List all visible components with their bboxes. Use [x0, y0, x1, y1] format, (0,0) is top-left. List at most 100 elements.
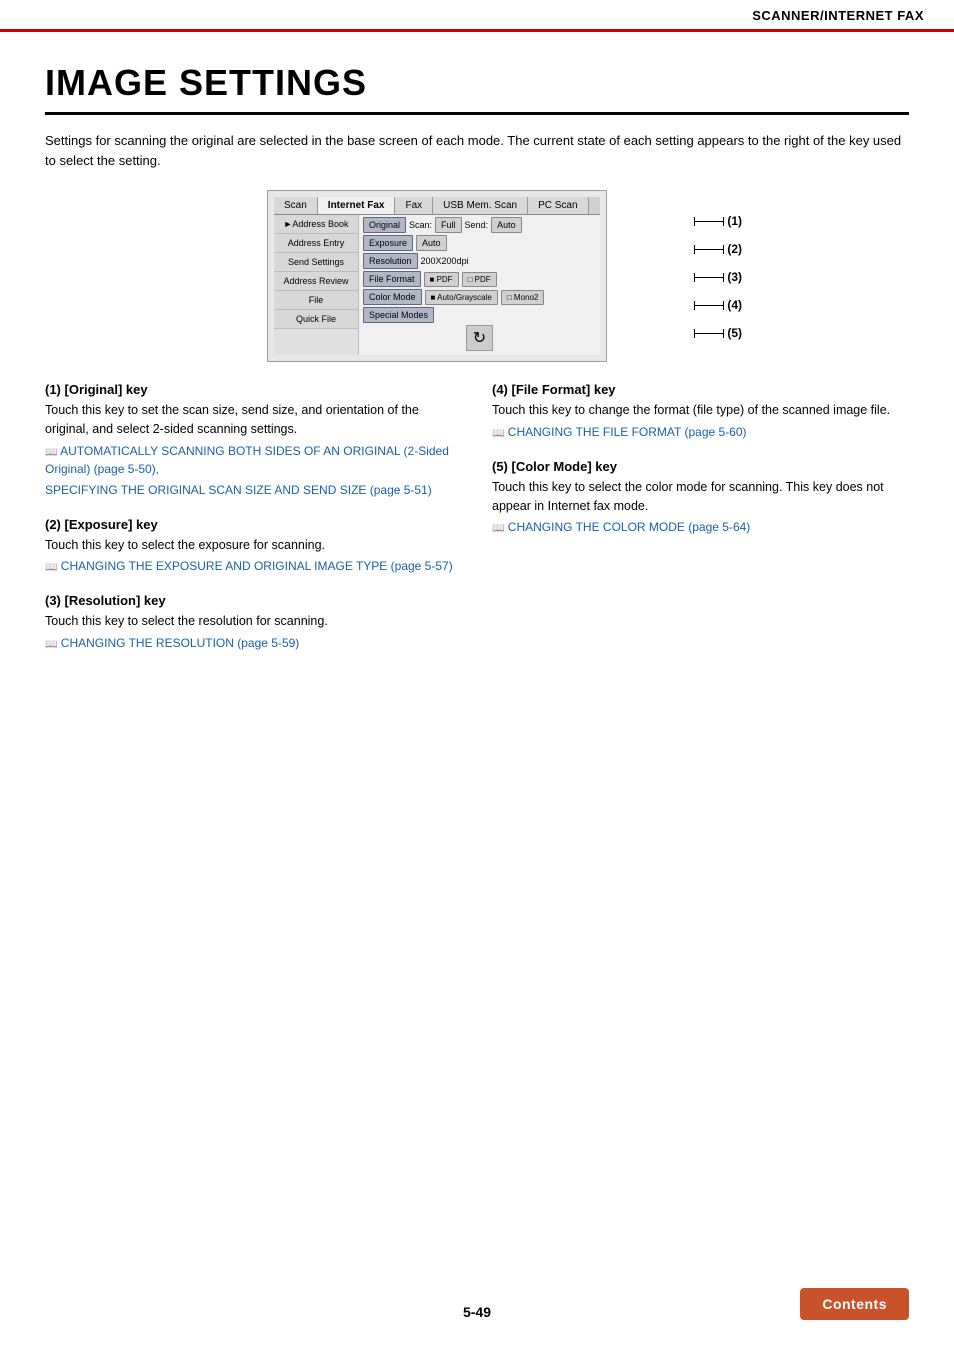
callout-line-4: [694, 305, 724, 306]
desc-text-1: Touch this key to set the scan size, sen…: [45, 403, 419, 436]
nav-address-review[interactable]: Address Review: [274, 272, 358, 291]
callout-2: (2): [694, 242, 742, 256]
desc-text-3: Touch this key to select the resolution …: [45, 614, 328, 628]
callout-line-2: [694, 249, 724, 250]
btn-auto-exposure[interactable]: Auto: [416, 235, 447, 251]
desc-link-5[interactable]: 📖 CHANGING THE COLOR MODE (page 5-64): [492, 518, 909, 536]
callout-1: (1): [694, 214, 742, 228]
tab-internet-fax[interactable]: Internet Fax: [318, 197, 396, 214]
desc-link-1a[interactable]: 📖 AUTOMATICALLY SCANNING BOTH SIDES OF A…: [45, 442, 462, 478]
tab-usb-mem-scan[interactable]: USB Mem. Scan: [433, 197, 528, 214]
nav-send-settings[interactable]: Send Settings: [274, 253, 358, 272]
intro-text: Settings for scanning the original are s…: [45, 131, 909, 170]
label-resolution-value: 200X200dpi: [421, 256, 469, 266]
label-send: Send:: [465, 220, 489, 230]
desc-col-left: (1) [Original] key Touch this key to set…: [45, 382, 462, 670]
desc-header-3: (3) [Resolution] key: [45, 593, 462, 608]
desc-item-3: (3) [Resolution] key Touch this key to s…: [45, 593, 462, 652]
book-icon-4: 📖: [492, 428, 504, 439]
callout-line-5: [694, 333, 724, 334]
book-icon-2: 📖: [45, 562, 57, 573]
callout-3: (3): [694, 270, 742, 284]
screen-row-original: Original Scan: Full Send: Auto: [363, 217, 596, 233]
screen-row-exposure: Exposure Auto: [363, 235, 596, 251]
btn-original[interactable]: Original: [363, 217, 406, 233]
tab-fax[interactable]: Fax: [395, 197, 433, 214]
btn-auto-grayscale[interactable]: ■ Auto/Grayscale: [425, 290, 498, 305]
callout-label-2: (2): [727, 242, 742, 256]
desc-link-2[interactable]: 📖 CHANGING THE EXPOSURE AND ORIGINAL IMA…: [45, 557, 462, 575]
callout-label-1: (1): [727, 214, 742, 228]
screen-mockup: Scan Internet Fax Fax USB Mem. Scan PC S…: [267, 190, 607, 362]
btn-pdf1[interactable]: ■ PDF: [424, 272, 459, 287]
screen-row-refresh: ↻: [363, 325, 596, 351]
btn-auto-send[interactable]: Auto: [491, 217, 522, 233]
btn-full[interactable]: Full: [435, 217, 462, 233]
btn-special-modes[interactable]: Special Modes: [363, 307, 434, 323]
book-icon-1a: 📖: [45, 447, 57, 458]
header-bar: SCANNER/INTERNET FAX: [0, 0, 954, 32]
nav-file[interactable]: File: [274, 291, 358, 310]
screen-mockup-wrapper: Scan Internet Fax Fax USB Mem. Scan PC S…: [267, 190, 687, 362]
tab-pc-scan[interactable]: PC Scan: [528, 197, 588, 214]
desc-text-5: Touch this key to select the color mode …: [492, 480, 884, 513]
main-content: IMAGE SETTINGS Settings for scanning the…: [0, 32, 954, 700]
callout-label-4: (4): [727, 298, 742, 312]
desc-link-4[interactable]: 📖 CHANGING THE FILE FORMAT (page 5-60): [492, 423, 909, 441]
mockup-section: Scan Internet Fax Fax USB Mem. Scan PC S…: [45, 190, 909, 362]
screen-row-special-modes: Special Modes: [363, 307, 596, 323]
desc-link-1b[interactable]: SPECIFYING THE ORIGINAL SCAN SIZE AND SE…: [45, 481, 462, 499]
desc-text-4: Touch this key to change the format (fil…: [492, 403, 890, 417]
desc-body-5: Touch this key to select the color mode …: [492, 478, 909, 537]
descriptions-section: (1) [Original] key Touch this key to set…: [45, 382, 909, 670]
desc-text-2: Touch this key to select the exposure fo…: [45, 538, 325, 552]
screen-body: ►Address Book Address Entry Send Setting…: [274, 215, 600, 355]
refresh-icon[interactable]: ↻: [466, 325, 493, 351]
desc-body-4: Touch this key to change the format (fil…: [492, 401, 909, 441]
tab-scan[interactable]: Scan: [274, 197, 318, 214]
nav-quick-file[interactable]: Quick File: [274, 310, 358, 329]
callout-line-3: [694, 277, 724, 278]
book-icon-5: 📖: [492, 523, 504, 534]
book-icon-3: 📖: [45, 639, 57, 650]
btn-color-mode[interactable]: Color Mode: [363, 289, 422, 305]
label-scan: Scan:: [409, 220, 432, 230]
callout-label-3: (3): [727, 270, 742, 284]
desc-item-1: (1) [Original] key Touch this key to set…: [45, 382, 462, 499]
callout-group: (1) (2) (3): [694, 214, 742, 354]
contents-button[interactable]: Contents: [800, 1288, 909, 1320]
screen-row-resolution: Resolution 200X200dpi: [363, 253, 596, 269]
page-number: 5-49: [463, 1304, 491, 1320]
desc-header-2: (2) [Exposure] key: [45, 517, 462, 532]
page-title: IMAGE SETTINGS: [45, 62, 909, 115]
desc-body-2: Touch this key to select the exposure fo…: [45, 536, 462, 576]
desc-item-2: (2) [Exposure] key Touch this key to sel…: [45, 517, 462, 576]
btn-pdf2[interactable]: □ PDF: [462, 272, 497, 287]
desc-header-1: (1) [Original] key: [45, 382, 462, 397]
desc-body-3: Touch this key to select the resolution …: [45, 612, 462, 652]
callout-5: (5): [694, 326, 742, 340]
callout-line-1: [694, 221, 724, 222]
nav-address-book[interactable]: ►Address Book: [274, 215, 358, 234]
screen-tabs: Scan Internet Fax Fax USB Mem. Scan PC S…: [274, 197, 600, 215]
btn-resolution[interactable]: Resolution: [363, 253, 418, 269]
desc-body-1: Touch this key to set the scan size, sen…: [45, 401, 462, 499]
desc-header-4: (4) [File Format] key: [492, 382, 909, 397]
screen-left-nav: ►Address Book Address Entry Send Setting…: [274, 215, 359, 355]
desc-item-5: (5) [Color Mode] key Touch this key to s…: [492, 459, 909, 537]
callout-label-5: (5): [727, 326, 742, 340]
nav-address-entry[interactable]: Address Entry: [274, 234, 358, 253]
screen-row-color-mode: Color Mode ■ Auto/Grayscale □ Mono2: [363, 289, 596, 305]
btn-exposure[interactable]: Exposure: [363, 235, 413, 251]
desc-col-right: (4) [File Format] key Touch this key to …: [492, 382, 909, 670]
footer: 5-49 Contents: [0, 1288, 954, 1320]
btn-mono2[interactable]: □ Mono2: [501, 290, 545, 305]
header-title: SCANNER/INTERNET FAX: [752, 8, 924, 23]
screen-right-content: Original Scan: Full Send: Auto Exposure …: [359, 215, 600, 355]
desc-item-4: (4) [File Format] key Touch this key to …: [492, 382, 909, 441]
btn-file-format[interactable]: File Format: [363, 271, 421, 287]
desc-link-3[interactable]: 📖 CHANGING THE RESOLUTION (page 5-59): [45, 634, 462, 652]
callout-4: (4): [694, 298, 742, 312]
desc-header-5: (5) [Color Mode] key: [492, 459, 909, 474]
screen-row-file-format: File Format ■ PDF □ PDF: [363, 271, 596, 287]
